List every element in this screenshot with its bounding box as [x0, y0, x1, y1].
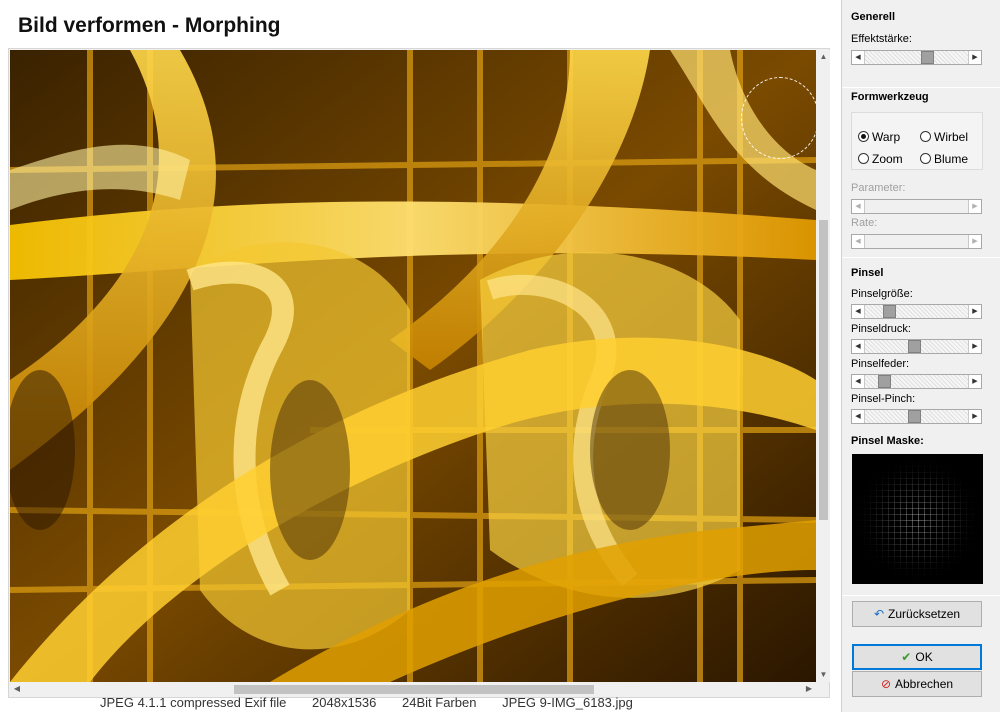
radio-blume[interactable]: Blume — [920, 152, 968, 166]
status-file: JPEG 9-IMG_6183.jpg — [502, 695, 633, 710]
status-format: JPEG 4.1.1 compressed Exif file — [100, 695, 287, 710]
vertical-scrollbar[interactable]: ▲ ▼ — [817, 50, 830, 682]
slider-left-icon[interactable]: ◀ — [852, 305, 865, 318]
horizontal-scroll-thumb[interactable] — [234, 685, 594, 694]
cancel-button[interactable]: ⊘ Abbrechen — [852, 671, 982, 697]
slider-track[interactable] — [865, 51, 968, 64]
scroll-left-icon[interactable]: ◀ — [10, 682, 24, 696]
slider-right-icon[interactable]: ▶ — [968, 410, 981, 423]
horizontal-scrollbar[interactable]: ◀ ▶ — [10, 682, 816, 696]
brush-mask-label: Pinsel Maske: — [851, 435, 924, 447]
window-title: Bild verformen - Morphing — [18, 14, 281, 37]
slider-right-icon[interactable]: ▶ — [968, 375, 981, 388]
status-dimensions: 2048x1536 — [312, 695, 377, 710]
slider-right-icon[interactable]: ▶ — [968, 340, 981, 353]
scroll-down-icon[interactable]: ▼ — [817, 668, 830, 682]
slider-right-icon[interactable]: ▶ — [968, 51, 981, 64]
brush-pressure-label: Pinseldruck: — [851, 323, 911, 335]
slider-right-icon: ▶ — [968, 200, 981, 213]
tool-radio-group: Warp Wirbel Zoom Blume — [851, 112, 983, 170]
slider-left-icon: ◀ — [852, 200, 865, 213]
brush-size-label: Pinselgröße: — [851, 288, 913, 300]
brush-feather-label: Pinselfeder: — [851, 358, 910, 370]
slider-left-icon[interactable]: ◀ — [852, 410, 865, 423]
radio-dot-icon[interactable] — [920, 153, 931, 164]
parameter-slider: ◀ ▶ — [851, 199, 982, 214]
section-title-generell: Generell — [851, 11, 896, 23]
radio-wirbel[interactable]: Wirbel — [920, 130, 968, 144]
brush-pinch-label: Pinsel-Pinch: — [851, 393, 916, 405]
effect-strength-slider[interactable]: ◀ ▶ — [851, 50, 982, 65]
parameter-label: Parameter: — [851, 182, 906, 194]
scroll-up-icon[interactable]: ▲ — [817, 50, 830, 64]
image-viewport[interactable]: ▲ ▼ ◀ ▶ — [8, 48, 830, 698]
radio-zoom[interactable]: Zoom — [858, 152, 903, 166]
slider-knob[interactable] — [877, 375, 891, 388]
slider-left-icon[interactable]: ◀ — [852, 340, 865, 353]
section-generell: Generell Effektstärke: ◀ ▶ — [842, 0, 1000, 88]
slider-track — [865, 200, 968, 213]
radio-dot-icon[interactable] — [858, 153, 869, 164]
slider-knob[interactable] — [883, 305, 896, 318]
rate-slider: ◀ ▶ — [851, 234, 982, 249]
status-colors: 24Bit Farben — [402, 695, 477, 710]
photo-image — [10, 50, 816, 682]
checkmark-icon: ✔ — [901, 650, 912, 664]
brush-pinch-slider[interactable]: ◀ ▶ — [851, 409, 982, 424]
section-title-pinsel: Pinsel — [851, 267, 884, 279]
ok-button[interactable]: ✔ OK — [852, 644, 982, 670]
slider-knob[interactable] — [908, 340, 922, 353]
slider-track — [865, 235, 968, 248]
brush-cursor — [741, 77, 816, 159]
slider-left-icon[interactable]: ◀ — [852, 375, 865, 388]
image-canvas[interactable] — [10, 50, 816, 682]
brush-feather-slider[interactable]: ◀ ▶ — [851, 374, 982, 389]
brush-mask-preview — [852, 454, 983, 584]
slider-knob[interactable] — [920, 51, 934, 64]
settings-panel: Generell Effektstärke: ◀ ▶ Formwerkzeug … — [841, 0, 1000, 712]
effect-strength-label: Effektstärke: — [851, 33, 912, 45]
slider-knob[interactable] — [908, 410, 922, 423]
radio-dot-icon[interactable] — [858, 131, 869, 142]
brush-size-slider[interactable]: ◀ ▶ — [851, 304, 982, 319]
cancel-circle-icon: ⊘ — [880, 677, 891, 691]
status-bar: JPEG 4.1.1 compressed Exif file 2048x153… — [100, 695, 700, 712]
vertical-scroll-thumb[interactable] — [819, 220, 828, 520]
slider-left-icon: ◀ — [852, 235, 865, 248]
slider-left-icon[interactable]: ◀ — [852, 51, 865, 64]
radio-warp[interactable]: Warp — [858, 130, 900, 144]
section-title-formwerkzeug: Formwerkzeug — [851, 91, 929, 103]
slider-track[interactable] — [865, 305, 968, 318]
slider-right-icon: ▶ — [968, 235, 981, 248]
scroll-right-icon[interactable]: ▶ — [802, 682, 816, 696]
radio-dot-icon[interactable] — [920, 131, 931, 142]
slider-right-icon[interactable]: ▶ — [968, 305, 981, 318]
brush-pressure-slider[interactable]: ◀ ▶ — [851, 339, 982, 354]
rate-label: Rate: — [851, 217, 878, 229]
undo-arrow-icon: ↶ — [873, 607, 885, 621]
reset-button[interactable]: ↶ Zurücksetzen — [852, 601, 982, 627]
section-formwerkzeug: Formwerkzeug Warp Wirbel Zoom Blume Para… — [842, 88, 1000, 258]
